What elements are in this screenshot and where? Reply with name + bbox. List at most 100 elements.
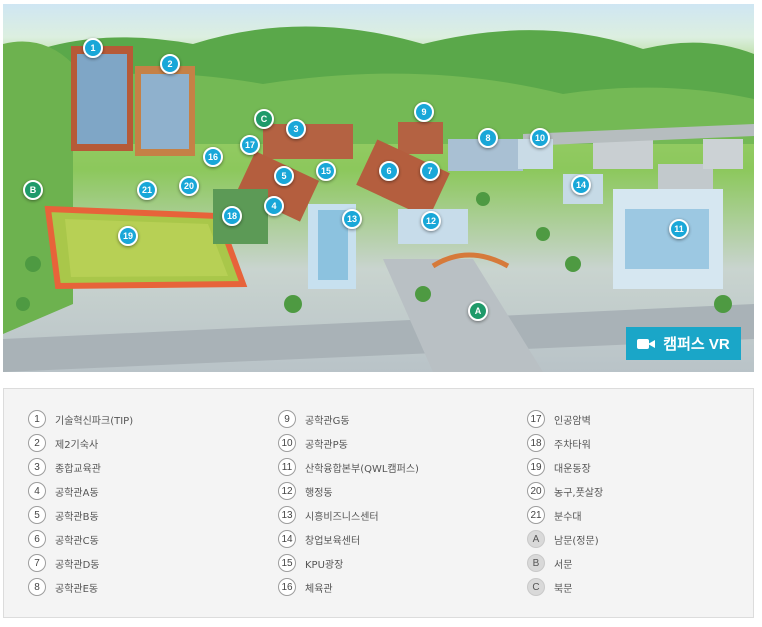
legend-label: 분수대 <box>554 511 582 523</box>
legend-item: 17 인공암벽 <box>527 407 603 431</box>
map-marker-21[interactable]: 21 <box>137 180 157 200</box>
legend-number: 16 <box>278 578 296 596</box>
campus-illustration <box>3 26 754 372</box>
legend-number: 20 <box>527 482 545 500</box>
legend-item: 7 공학관D동 <box>28 551 133 575</box>
legend-number: 4 <box>28 482 46 500</box>
map-marker-3[interactable]: 3 <box>286 119 306 139</box>
legend-item: C 북문 <box>527 575 603 599</box>
map-marker-1[interactable]: 1 <box>83 38 103 58</box>
legend-column: 9 공학관G동 10 공학관P동 11 산학융합본부(QWL캠퍼스) 12 행정동 13… <box>278 407 419 599</box>
map-marker-20[interactable]: 20 <box>179 176 199 196</box>
legend-item: 12 행정동 <box>278 479 419 503</box>
legend-label: KPU광장 <box>305 559 344 571</box>
legend-label: 기술혁신파크(TIP) <box>55 415 134 427</box>
legend-number: 8 <box>28 578 46 596</box>
legend-number: 14 <box>278 530 296 548</box>
legend-label: 대운동장 <box>554 463 591 475</box>
map-marker-15[interactable]: 15 <box>316 161 336 181</box>
map-marker-17[interactable]: 17 <box>240 135 260 155</box>
campus-map[interactable]: 1 2 3 4 5 6 7 8 9 10 11 12 13 14 15 16 1… <box>3 4 754 372</box>
legend-number: 1 <box>28 410 46 428</box>
legend-label: 창업보육센터 <box>305 535 361 547</box>
legend-label: 산학융합본부(QWL캠퍼스) <box>305 463 419 475</box>
map-marker-8[interactable]: 8 <box>478 128 498 148</box>
legend-label: 농구,풋살장 <box>554 487 604 499</box>
legend-label: 공학관P동 <box>305 439 348 451</box>
legend-label: 종합교육관 <box>55 463 101 475</box>
map-marker-7[interactable]: 7 <box>420 161 440 181</box>
legend-label: 주차타워 <box>554 439 591 451</box>
map-marker-5[interactable]: 5 <box>274 166 294 186</box>
map-marker-4[interactable]: 4 <box>264 196 284 216</box>
legend-label: 공학관D동 <box>55 559 100 571</box>
map-marker-gate-c[interactable]: C <box>254 109 274 129</box>
legend-label: 북문 <box>554 583 573 595</box>
legend-item: 20 농구,풋살장 <box>527 479 603 503</box>
legend-label: 서문 <box>554 559 573 571</box>
map-legend: 1 기술혁신파크(TIP) 2 제2기숙사 3 종합교육관 4 공학관A동 5 공학관B동… <box>3 388 754 618</box>
legend-label: 남문(정문) <box>554 535 599 547</box>
legend-item: B 서문 <box>527 551 603 575</box>
campus-vr-button[interactable]: 캠퍼스 VR <box>626 327 741 360</box>
map-marker-12[interactable]: 12 <box>421 211 441 231</box>
legend-item: 13 시흥비즈니스센터 <box>278 503 419 527</box>
legend-label: 공학관G동 <box>305 415 350 427</box>
legend-item: 9 공학관G동 <box>278 407 419 431</box>
map-marker-6[interactable]: 6 <box>379 161 399 181</box>
legend-label: 공학관A동 <box>55 487 99 499</box>
legend-number: 21 <box>527 506 545 524</box>
map-marker-10[interactable]: 10 <box>530 128 550 148</box>
legend-label: 시흥비즈니스센터 <box>305 511 379 523</box>
legend-number: 18 <box>527 434 545 452</box>
legend-item: 19 대운동장 <box>527 455 603 479</box>
legend-number: 7 <box>28 554 46 572</box>
legend-item: 21 분수대 <box>527 503 603 527</box>
legend-item: 2 제2기숙사 <box>28 431 133 455</box>
legend-label: 공학관B동 <box>55 511 99 523</box>
legend-item: 5 공학관B동 <box>28 503 133 527</box>
legend-label: 제2기숙사 <box>55 439 99 451</box>
legend-number: 12 <box>278 482 296 500</box>
map-marker-13[interactable]: 13 <box>342 209 362 229</box>
legend-item: 11 산학융합본부(QWL캠퍼스) <box>278 455 419 479</box>
map-marker-18[interactable]: 18 <box>222 206 242 226</box>
video-camera-icon <box>637 338 656 350</box>
campus-vr-label: 캠퍼스 VR <box>663 336 730 353</box>
map-marker-gate-a[interactable]: A <box>468 301 488 321</box>
legend-number: 19 <box>527 458 545 476</box>
legend-column: 17 인공암벽 18 주차타워 19 대운동장 20 농구,풋살장 21 분수대 A 남문(… <box>527 407 603 599</box>
legend-column: 1 기술혁신파크(TIP) 2 제2기숙사 3 종합교육관 4 공학관A동 5 공학관B동… <box>28 407 133 599</box>
map-marker-2[interactable]: 2 <box>160 54 180 74</box>
legend-label: 공학관E동 <box>55 583 99 595</box>
legend-item: A 남문(정문) <box>527 527 603 551</box>
legend-number: 10 <box>278 434 296 452</box>
legend-number: 11 <box>278 458 296 476</box>
legend-item: 16 체육관 <box>278 575 419 599</box>
legend-number: 13 <box>278 506 296 524</box>
legend-item: 15 KPU광장 <box>278 551 419 575</box>
legend-item: 18 주차타워 <box>527 431 603 455</box>
legend-number: A <box>527 530 545 548</box>
legend-number: 6 <box>28 530 46 548</box>
legend-number: 3 <box>28 458 46 476</box>
legend-item: 8 공학관E동 <box>28 575 133 599</box>
map-marker-14[interactable]: 14 <box>571 175 591 195</box>
legend-number: 15 <box>278 554 296 572</box>
legend-label: 체육관 <box>305 583 333 595</box>
legend-item: 10 공학관P동 <box>278 431 419 455</box>
legend-item: 3 종합교육관 <box>28 455 133 479</box>
legend-item: 1 기술혁신파크(TIP) <box>28 407 133 431</box>
legend-number: 17 <box>527 410 545 428</box>
map-marker-9[interactable]: 9 <box>414 102 434 122</box>
legend-label: 공학관C동 <box>55 535 99 547</box>
map-marker-11[interactable]: 11 <box>669 219 689 239</box>
legend-label: 행정동 <box>305 487 333 499</box>
map-marker-16[interactable]: 16 <box>203 147 223 167</box>
legend-number: C <box>527 578 545 596</box>
legend-item: 14 창업보육센터 <box>278 527 419 551</box>
legend-number: 5 <box>28 506 46 524</box>
legend-number: 9 <box>278 410 296 428</box>
map-marker-19[interactable]: 19 <box>118 226 138 246</box>
map-marker-gate-b[interactable]: B <box>23 180 43 200</box>
